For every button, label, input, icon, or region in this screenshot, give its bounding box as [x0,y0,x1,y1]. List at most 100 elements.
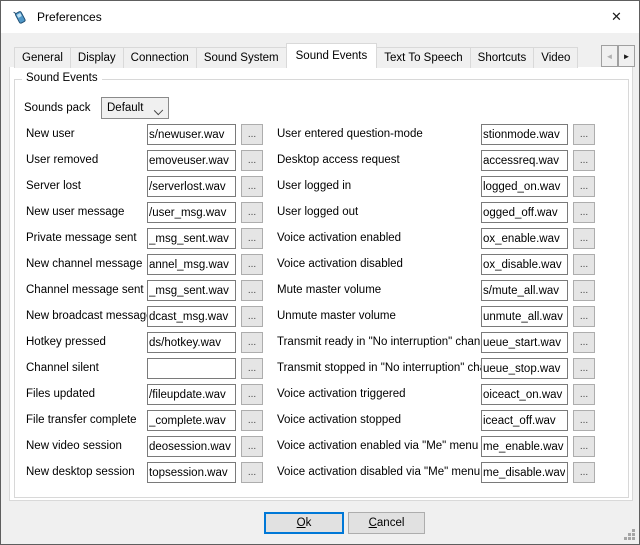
sound-event-row: Server lost ... [26,176,263,197]
browse-button[interactable]: ... [241,306,263,327]
sound-event-row: User logged in ... [277,176,595,197]
sound-event-row: Channel message sent ... [26,280,263,301]
sound-event-label: New desktop session [26,462,135,483]
browse-button[interactable]: ... [241,254,263,275]
tab-general[interactable]: General [14,47,71,68]
browse-button[interactable]: ... [573,410,595,431]
title-bar[interactable]: Preferences ✕ [1,1,639,33]
sound-event-label: User logged out [277,202,358,223]
sound-event-label: Channel message sent [26,280,144,301]
sound-event-row: Transmit stopped in "No interruption" ch… [277,358,595,379]
browse-button[interactable]: ... [241,124,263,145]
cancel-button[interactable]: Cancel [348,512,425,534]
sound-event-label: Voice activation disabled [277,254,403,275]
sound-file-input[interactable] [147,358,236,379]
browse-button[interactable]: ... [241,358,263,379]
sound-event-label: New video session [26,436,122,457]
sound-event-label: Channel silent [26,358,99,379]
browse-button[interactable]: ... [573,176,595,197]
sound-event-row: Channel silent ... [26,358,263,379]
sound-file-input[interactable] [147,228,236,249]
sound-event-row: New video session ... [26,436,263,457]
browse-button[interactable]: ... [573,150,595,171]
browse-button[interactable]: ... [573,332,595,353]
sound-file-input[interactable] [481,436,568,457]
sound-file-input[interactable] [147,384,236,405]
browse-button[interactable]: ... [573,254,595,275]
chevron-down-icon [154,106,163,115]
sound-event-label: Desktop access request [277,150,400,171]
sound-file-input[interactable] [481,410,568,431]
sound-file-input[interactable] [147,280,236,301]
browse-button[interactable]: ... [241,150,263,171]
sound-event-label: Hotkey pressed [26,332,106,353]
sound-file-input[interactable] [147,410,236,431]
sound-file-input[interactable] [147,332,236,353]
browse-button[interactable]: ... [241,462,263,483]
sound-file-input[interactable] [481,332,568,353]
browse-button[interactable]: ... [573,358,595,379]
sound-file-input[interactable] [481,358,568,379]
sound-file-input[interactable] [481,254,568,275]
browse-button[interactable]: ... [241,280,263,301]
sound-event-label: Private message sent [26,228,137,249]
browse-button[interactable]: ... [573,306,595,327]
tab-scroll-right-icon[interactable]: ► [618,45,635,67]
tab-bar: GeneralDisplayConnectionSound SystemSoun… [14,43,601,68]
sound-file-input[interactable] [147,436,236,457]
tab-shortcuts[interactable]: Shortcuts [470,47,535,68]
sounds-pack-value: Default [107,102,143,114]
browse-button[interactable]: ... [241,176,263,197]
ok-button[interactable]: Ok [264,512,344,534]
tab-scroll-left-icon[interactable]: ◄ [601,45,618,67]
sound-file-input[interactable] [481,228,568,249]
browse-button[interactable]: ... [241,228,263,249]
sound-event-row: Voice activation enabled ... [277,228,595,249]
sound-file-input[interactable] [147,202,236,223]
sound-file-input[interactable] [147,254,236,275]
tab-connection[interactable]: Connection [123,47,197,68]
tab-sound-system[interactable]: Sound System [196,47,287,68]
tab-sound-events[interactable]: Sound Events [286,43,378,68]
sound-file-input[interactable] [481,124,568,145]
browse-button[interactable]: ... [241,410,263,431]
browse-button[interactable]: ... [573,280,595,301]
browse-button[interactable]: ... [573,436,595,457]
browse-button[interactable]: ... [241,436,263,457]
sound-file-input[interactable] [481,384,568,405]
browse-button[interactable]: ... [573,462,595,483]
sound-file-input[interactable] [481,150,568,171]
sound-file-input[interactable] [481,202,568,223]
sound-event-row: Mute master volume ... [277,280,595,301]
browse-button[interactable]: ... [573,202,595,223]
sound-file-input[interactable] [147,462,236,483]
browse-button[interactable]: ... [573,384,595,405]
tab-video[interactable]: Video [533,47,578,68]
sound-event-row: Voice activation triggered ... [277,384,595,405]
browse-button[interactable]: ... [241,332,263,353]
sound-event-row: Files updated ... [26,384,263,405]
browse-button[interactable]: ... [573,124,595,145]
sound-event-row: User entered question-mode ... [277,124,595,145]
sound-file-input[interactable] [481,462,568,483]
sound-file-input[interactable] [481,280,568,301]
sound-event-row: New desktop session ... [26,462,263,483]
sound-file-input[interactable] [147,306,236,327]
tab-text-to-speech[interactable]: Text To Speech [376,47,470,68]
sound-file-input[interactable] [147,150,236,171]
sound-event-row: Hotkey pressed ... [26,332,263,353]
browse-button[interactable]: ... [573,228,595,249]
resize-grip[interactable] [623,528,636,541]
browse-button[interactable]: ... [241,384,263,405]
sound-event-label: Files updated [26,384,95,405]
sounds-pack-select[interactable]: Default [101,97,169,119]
sound-file-input[interactable] [147,176,236,197]
sound-event-label: Voice activation enabled via "Me" menu [277,436,478,457]
tab-display[interactable]: Display [70,47,124,68]
close-icon[interactable]: ✕ [594,1,639,32]
sound-file-input[interactable] [481,176,568,197]
sound-file-input[interactable] [147,124,236,145]
browse-button[interactable]: ... [241,202,263,223]
sound-file-input[interactable] [481,306,568,327]
sound-event-row: User logged out ... [277,202,595,223]
